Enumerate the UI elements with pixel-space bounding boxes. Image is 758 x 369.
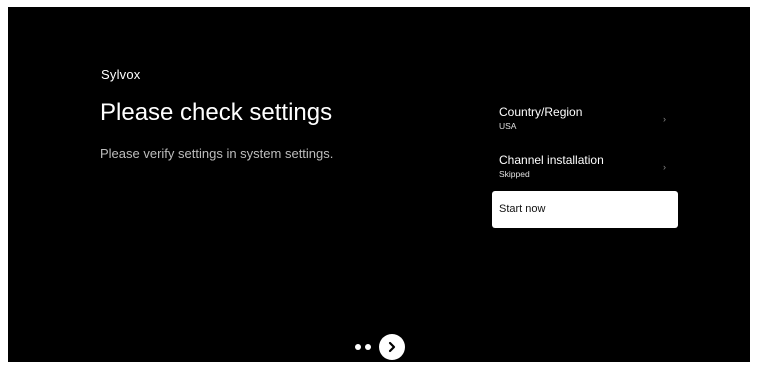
- next-button[interactable]: [379, 334, 405, 360]
- brand-logo: Sylvox: [101, 67, 141, 82]
- chevron-right-icon: ›: [663, 162, 666, 172]
- setting-value: Skipped: [499, 169, 530, 179]
- setting-item-country-region[interactable]: Country/Region USA ›: [492, 99, 678, 143]
- start-now-button[interactable]: Start now: [492, 191, 678, 228]
- setting-label: Channel installation: [499, 153, 604, 167]
- page-dot: [365, 344, 371, 350]
- page-title: Please check settings: [100, 99, 333, 126]
- page-dot: [355, 344, 361, 350]
- setting-value: USA: [499, 121, 517, 131]
- chevron-right-icon: [388, 341, 396, 353]
- page-subtitle: Please verify settings in system setting…: [100, 146, 334, 161]
- setting-label: Country/Region: [499, 105, 583, 119]
- tv-setup-screen: Sylvox Please check settings Please veri…: [8, 7, 750, 362]
- settings-list: Country/Region USA › Channel installatio…: [492, 99, 678, 195]
- chevron-right-icon: ›: [663, 114, 666, 124]
- page-indicator: [355, 334, 405, 360]
- setting-item-channel-installation[interactable]: Channel installation Skipped ›: [492, 147, 678, 191]
